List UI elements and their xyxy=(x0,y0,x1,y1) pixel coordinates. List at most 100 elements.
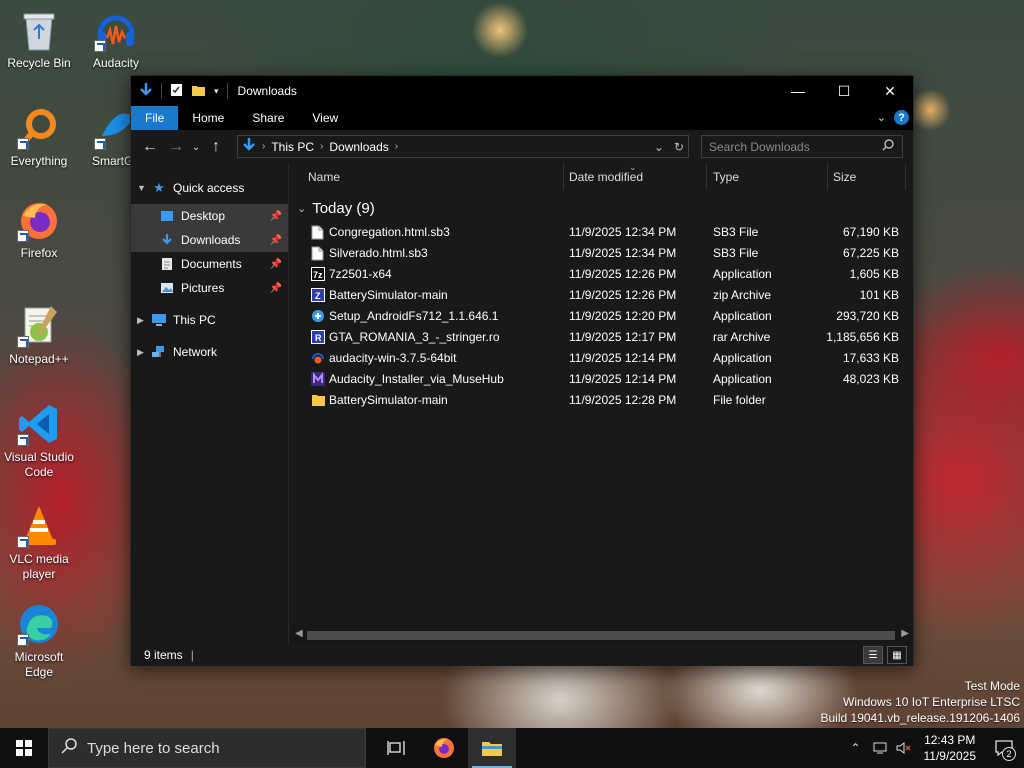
column-header-type[interactable]: Type xyxy=(713,170,739,184)
network-status-icon[interactable] xyxy=(868,728,892,768)
help-icon[interactable]: ? xyxy=(894,110,909,125)
file-rows: Congregation.html.sb3 11/9/2025 12:34 PM S… xyxy=(291,222,913,411)
forward-arrow-icon[interactable]: → xyxy=(163,138,189,156)
action-center-button[interactable]: 2 xyxy=(984,728,1024,768)
tab-home[interactable]: Home xyxy=(178,106,238,130)
nav-desktop[interactable]: Desktop 📌 xyxy=(131,204,288,228)
breadcrumb-this-pc[interactable]: This PC xyxy=(271,140,314,154)
file-row[interactable]: Setup_AndroidFs712_1.1.646.1 11/9/2025 12… xyxy=(291,306,913,327)
pin-icon[interactable]: 📌 xyxy=(270,259,282,270)
column-divider[interactable] xyxy=(827,164,828,190)
group-header-today[interactable]: ⌄ Today (9) xyxy=(297,200,375,217)
taskbar-search-box[interactable]: Type here to search xyxy=(48,728,366,768)
nav-downloads[interactable]: Downloads 📌 xyxy=(131,228,288,252)
collapsed-chevron-icon[interactable]: ▶ xyxy=(137,347,151,358)
column-header-size[interactable]: Size xyxy=(833,170,856,184)
address-bar[interactable]: › This PC › Downloads › ⌄ ↻ xyxy=(237,135,689,158)
notepad-plus-plus-icon xyxy=(17,304,61,348)
shortcut-arrow-icon xyxy=(94,40,106,52)
column-header-date[interactable]: Date modified xyxy=(569,170,643,184)
start-button[interactable] xyxy=(0,728,48,768)
scroll-right-icon[interactable]: ▶ xyxy=(901,628,909,639)
scroll-left-icon[interactable]: ◀ xyxy=(295,628,303,639)
pin-icon[interactable]: 📌 xyxy=(270,211,282,222)
nav-network[interactable]: ▶ Network xyxy=(131,340,288,364)
nav-documents[interactable]: Documents 📌 xyxy=(131,252,288,276)
column-divider[interactable] xyxy=(905,164,906,190)
back-arrow-icon[interactable]: ← xyxy=(137,138,163,156)
pin-icon[interactable]: 📌 xyxy=(270,283,282,294)
up-arrow-icon[interactable]: ↑ xyxy=(203,138,229,156)
file-row[interactable]: Congregation.html.sb3 11/9/2025 12:34 PM S… xyxy=(291,222,913,243)
file-row[interactable]: Audacity_Installer_via_MuseHub 11/9/2025 … xyxy=(291,369,913,390)
title-bar[interactable]: ▾ Downloads — ☐ ✕ xyxy=(131,76,913,106)
file-date-modified: 11/9/2025 12:34 PM xyxy=(569,225,677,239)
expand-ribbon-icon[interactable]: ⌄ xyxy=(877,111,886,124)
breadcrumb-chevron-icon[interactable]: › xyxy=(262,141,265,152)
tab-share[interactable]: Share xyxy=(238,106,298,130)
desktop-icon-recycle-bin[interactable]: Recycle Bin xyxy=(1,8,77,71)
file-row[interactable]: Silverado.html.sb3 11/9/2025 12:34 PM SB3 … xyxy=(291,243,913,264)
breadcrumb-downloads[interactable]: Downloads xyxy=(329,140,388,154)
column-header-name[interactable]: Name xyxy=(308,170,340,184)
setup-installer-icon xyxy=(311,309,324,324)
taskbar-clock[interactable]: 12:43 PM 11/9/2025 xyxy=(916,732,985,764)
file-row[interactable]: R GTA_ROMANIA_3_-_stringer.ro 11/9/2025 12… xyxy=(291,327,913,348)
customize-toolbar-icon[interactable]: ▾ xyxy=(214,86,219,97)
taskbar-file-explorer-button[interactable] xyxy=(468,728,516,768)
desktop-icon-edge[interactable]: Microsoft Edge xyxy=(1,602,77,680)
maximize-button[interactable]: ☐ xyxy=(821,76,867,106)
vlc-icon xyxy=(17,504,61,548)
search-input[interactable]: Search Downloads xyxy=(701,135,903,158)
recent-locations-chevron-icon[interactable]: ⌄ xyxy=(189,142,203,153)
minimize-button[interactable]: — xyxy=(775,76,821,106)
desktop-icon-firefox[interactable]: Firefox xyxy=(1,198,77,261)
column-divider[interactable] xyxy=(706,164,707,190)
file-name: Audacity_Installer_via_MuseHub xyxy=(329,372,504,386)
file-row[interactable]: BatterySimulator-main 11/9/2025 12:28 PM F… xyxy=(291,390,913,411)
volume-muted-icon[interactable] xyxy=(892,728,916,768)
taskbar-firefox-button[interactable] xyxy=(420,728,468,768)
file-row[interactable]: Z BatterySimulator-main 11/9/2025 12:26 PM… xyxy=(291,285,913,306)
breadcrumb-chevron-icon[interactable]: › xyxy=(320,141,323,152)
file-explorer-icon xyxy=(482,742,502,756)
group-collapse-chevron-icon[interactable]: ⌄ xyxy=(297,202,306,215)
task-view-button[interactable] xyxy=(372,728,420,768)
desktop-icon-everything[interactable]: Everything xyxy=(1,106,77,169)
file-row[interactable]: audacity-win-3.7.5-64bit 11/9/2025 12:14 … xyxy=(291,348,913,369)
file-size: 48,023 KB xyxy=(842,372,899,386)
column-divider[interactable] xyxy=(563,164,564,190)
desktop-icon-label: VLC media player xyxy=(9,552,69,581)
breadcrumb-chevron-icon[interactable]: › xyxy=(395,141,398,152)
nav-quick-access[interactable]: ▼ ★ Quick access xyxy=(131,176,288,200)
pin-icon[interactable]: 📌 xyxy=(270,235,282,246)
file-explorer-window[interactable]: ▾ Downloads — ☐ ✕ File Home Share View ⌄… xyxy=(130,75,914,666)
refresh-icon[interactable]: ↻ xyxy=(674,140,684,154)
large-icons-view-icon[interactable]: ▦ xyxy=(887,646,907,664)
collapsed-chevron-icon[interactable]: ▶ xyxy=(137,315,151,326)
folder-icon xyxy=(311,393,325,408)
file-type: Application xyxy=(713,267,772,281)
tab-file[interactable]: File xyxy=(131,106,179,130)
close-button[interactable]: ✕ xyxy=(867,76,913,106)
desktop-icon-vscode[interactable]: Visual Studio Code xyxy=(1,402,77,480)
expanded-chevron-icon[interactable]: ▼ xyxy=(137,183,151,193)
horizontal-scrollbar[interactable]: ◀ ▶ xyxy=(291,626,913,644)
nav-this-pc[interactable]: ▶ This PC xyxy=(131,308,288,332)
tab-view[interactable]: View xyxy=(298,106,352,130)
toolbar-separator xyxy=(226,83,228,99)
scrollbar-thumb[interactable] xyxy=(307,631,895,640)
show-hidden-icons-chevron-icon[interactable]: ⌃ xyxy=(844,728,868,768)
details-view-icon[interactable]: ☰ xyxy=(863,646,883,664)
properties-icon[interactable] xyxy=(170,82,183,100)
desktop-icon-vlc[interactable]: VLC media player xyxy=(1,504,77,582)
file-name: Congregation.html.sb3 xyxy=(329,225,450,239)
desktop-folder-icon xyxy=(159,208,175,224)
desktop-icon-notepad-plus-plus[interactable]: Notepad++ xyxy=(1,304,77,367)
file-date-modified: 11/9/2025 12:26 PM xyxy=(569,288,677,302)
nav-pictures[interactable]: Pictures 📌 xyxy=(131,276,288,300)
desktop-icon-audacity[interactable]: Audacity xyxy=(78,8,154,71)
file-row[interactable]: 7z 7z2501-x64 11/9/2025 12:26 PM Applicatio… xyxy=(291,264,913,285)
new-folder-icon[interactable] xyxy=(191,83,206,100)
address-history-chevron-icon[interactable]: ⌄ xyxy=(654,140,664,154)
